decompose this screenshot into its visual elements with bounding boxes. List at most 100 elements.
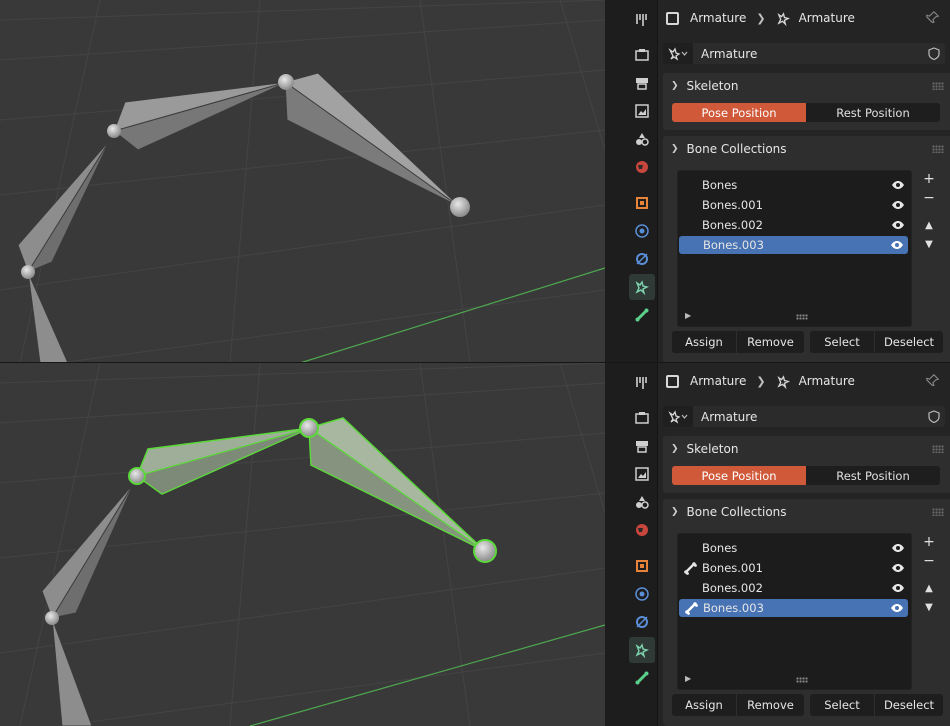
armature-data-icon[interactable]	[629, 637, 655, 663]
bone-collections-panel-header[interactable]: ❯ Bone Collections	[663, 499, 950, 525]
list-item[interactable]: Bones	[678, 176, 909, 194]
eye-icon[interactable]	[887, 563, 909, 573]
deselect-button[interactable]: Deselect	[874, 331, 943, 353]
armature-datablock[interactable]: Armature	[663, 406, 945, 427]
eye-icon[interactable]	[886, 240, 908, 250]
modifier-icon[interactable]	[629, 581, 655, 607]
output-icon[interactable]	[629, 433, 655, 459]
pose-position-button[interactable]: Pose Position	[672, 103, 806, 122]
3d-viewport[interactable]	[0, 363, 605, 726]
list-item[interactable]: Bones.002	[678, 579, 909, 597]
render-icon[interactable]	[629, 42, 655, 68]
joint[interactable]	[107, 124, 121, 138]
eye-icon[interactable]	[887, 220, 909, 230]
eye-icon[interactable]	[887, 180, 909, 190]
remove-button[interactable]: Remove	[736, 331, 804, 353]
bone-collections-list[interactable]: Bones Bones.001 Bones.002 Bones.003 ▶	[677, 170, 912, 327]
joint[interactable]	[278, 74, 294, 90]
move-down-icon[interactable]: ▼	[920, 598, 938, 616]
tool-icon[interactable]	[629, 7, 655, 33]
pin-icon[interactable]	[926, 373, 940, 387]
list-resize-grip-icon[interactable]	[796, 314, 808, 320]
view-layer-icon[interactable]	[629, 98, 655, 124]
drag-grip-icon[interactable]	[932, 145, 944, 153]
datablock-name-field[interactable]: Armature	[693, 406, 923, 427]
bone-icon[interactable]	[629, 302, 655, 328]
add-collection-button[interactable]: +	[920, 533, 938, 551]
assign-button[interactable]: Assign	[672, 331, 736, 353]
remove-collection-button[interactable]: −	[920, 189, 938, 207]
list-item[interactable]: Bones	[678, 539, 909, 557]
area-separator[interactable]	[605, 0, 626, 363]
rest-position-button[interactable]: Rest Position	[806, 466, 940, 485]
bone-collections-list[interactable]: Bones Bones.001 Bones.002 Bones.003 ▶	[677, 533, 912, 690]
world-icon[interactable]	[629, 517, 655, 543]
list-item-label: Bones	[702, 541, 738, 555]
assign-button[interactable]: Assign	[672, 694, 736, 716]
view-layer-icon[interactable]	[629, 461, 655, 487]
list-item[interactable]: Bones.002	[678, 216, 909, 234]
armature-datablock[interactable]: Armature	[663, 43, 945, 64]
pose-position-button[interactable]: Pose Position	[672, 466, 806, 485]
joint-selected[interactable]	[128, 467, 146, 485]
skeleton-panel-header[interactable]: ❯ Skeleton	[663, 73, 950, 99]
rest-position-button[interactable]: Rest Position	[806, 103, 940, 122]
select-button[interactable]: Select	[810, 694, 874, 716]
fake-user-shield-icon[interactable]	[923, 43, 945, 64]
joint-selected[interactable]	[473, 539, 497, 563]
remove-button[interactable]: Remove	[736, 694, 804, 716]
select-button[interactable]: Select	[810, 331, 874, 353]
move-down-icon[interactable]: ▼	[920, 235, 938, 253]
move-up-icon[interactable]: ▲	[920, 216, 938, 234]
armature-bones[interactable]	[17, 72, 470, 363]
skeleton-panel-header[interactable]: ❯ Skeleton	[663, 436, 950, 462]
world-icon[interactable]	[629, 154, 655, 180]
render-icon[interactable]	[629, 405, 655, 431]
joint-selected[interactable]	[299, 418, 319, 438]
list-item[interactable]: Bones.001	[678, 196, 909, 214]
list-item-selected[interactable]: Bones.003	[679, 599, 908, 617]
eye-icon[interactable]	[887, 200, 909, 210]
pin-icon[interactable]	[926, 10, 940, 24]
bone-collections-panel-header[interactable]: ❯ Bone Collections	[663, 136, 950, 162]
physics-icon[interactable]	[629, 609, 655, 635]
list-item-selected[interactable]: Bones.003	[679, 236, 908, 254]
add-collection-button[interactable]: +	[920, 170, 938, 188]
object-icon[interactable]	[629, 553, 655, 579]
remove-collection-button[interactable]: −	[920, 552, 938, 570]
bone-icon[interactable]	[629, 665, 655, 691]
list-resize-grip-icon[interactable]	[796, 677, 808, 683]
armature-bones[interactable]	[41, 417, 497, 726]
deselect-button[interactable]: Deselect	[874, 694, 943, 716]
joint[interactable]	[21, 265, 35, 279]
output-icon[interactable]	[629, 70, 655, 96]
armature-dropdown-icon[interactable]	[663, 409, 693, 424]
drag-grip-icon[interactable]	[932, 508, 944, 516]
filter-options-icon[interactable]: ▶	[685, 311, 691, 320]
list-item[interactable]: Bones.001	[678, 559, 909, 577]
panel-title: Bone Collections	[686, 142, 787, 156]
eye-icon[interactable]	[887, 543, 909, 553]
joint[interactable]	[450, 197, 470, 217]
breadcrumb-object: Armature	[690, 11, 747, 25]
armature-dropdown-icon[interactable]	[663, 46, 693, 61]
armature-data-icon[interactable]	[629, 274, 655, 300]
eye-icon[interactable]	[886, 603, 908, 613]
drag-grip-icon[interactable]	[932, 445, 944, 453]
tool-icon[interactable]	[629, 370, 655, 396]
modifier-icon[interactable]	[629, 218, 655, 244]
pose-rest-toggle: Pose Position Rest Position	[672, 103, 940, 122]
area-separator[interactable]	[605, 363, 626, 726]
move-up-icon[interactable]: ▲	[920, 579, 938, 597]
scene-icon[interactable]	[629, 489, 655, 515]
filter-options-icon[interactable]: ▶	[685, 674, 691, 683]
fake-user-shield-icon[interactable]	[923, 406, 945, 427]
3d-viewport[interactable]	[0, 0, 605, 363]
object-icon[interactable]	[629, 190, 655, 216]
scene-icon[interactable]	[629, 126, 655, 152]
joint[interactable]	[45, 611, 59, 625]
drag-grip-icon[interactable]	[932, 82, 944, 90]
datablock-name-field[interactable]: Armature	[693, 43, 923, 64]
physics-icon[interactable]	[629, 246, 655, 272]
eye-icon[interactable]	[887, 583, 909, 593]
